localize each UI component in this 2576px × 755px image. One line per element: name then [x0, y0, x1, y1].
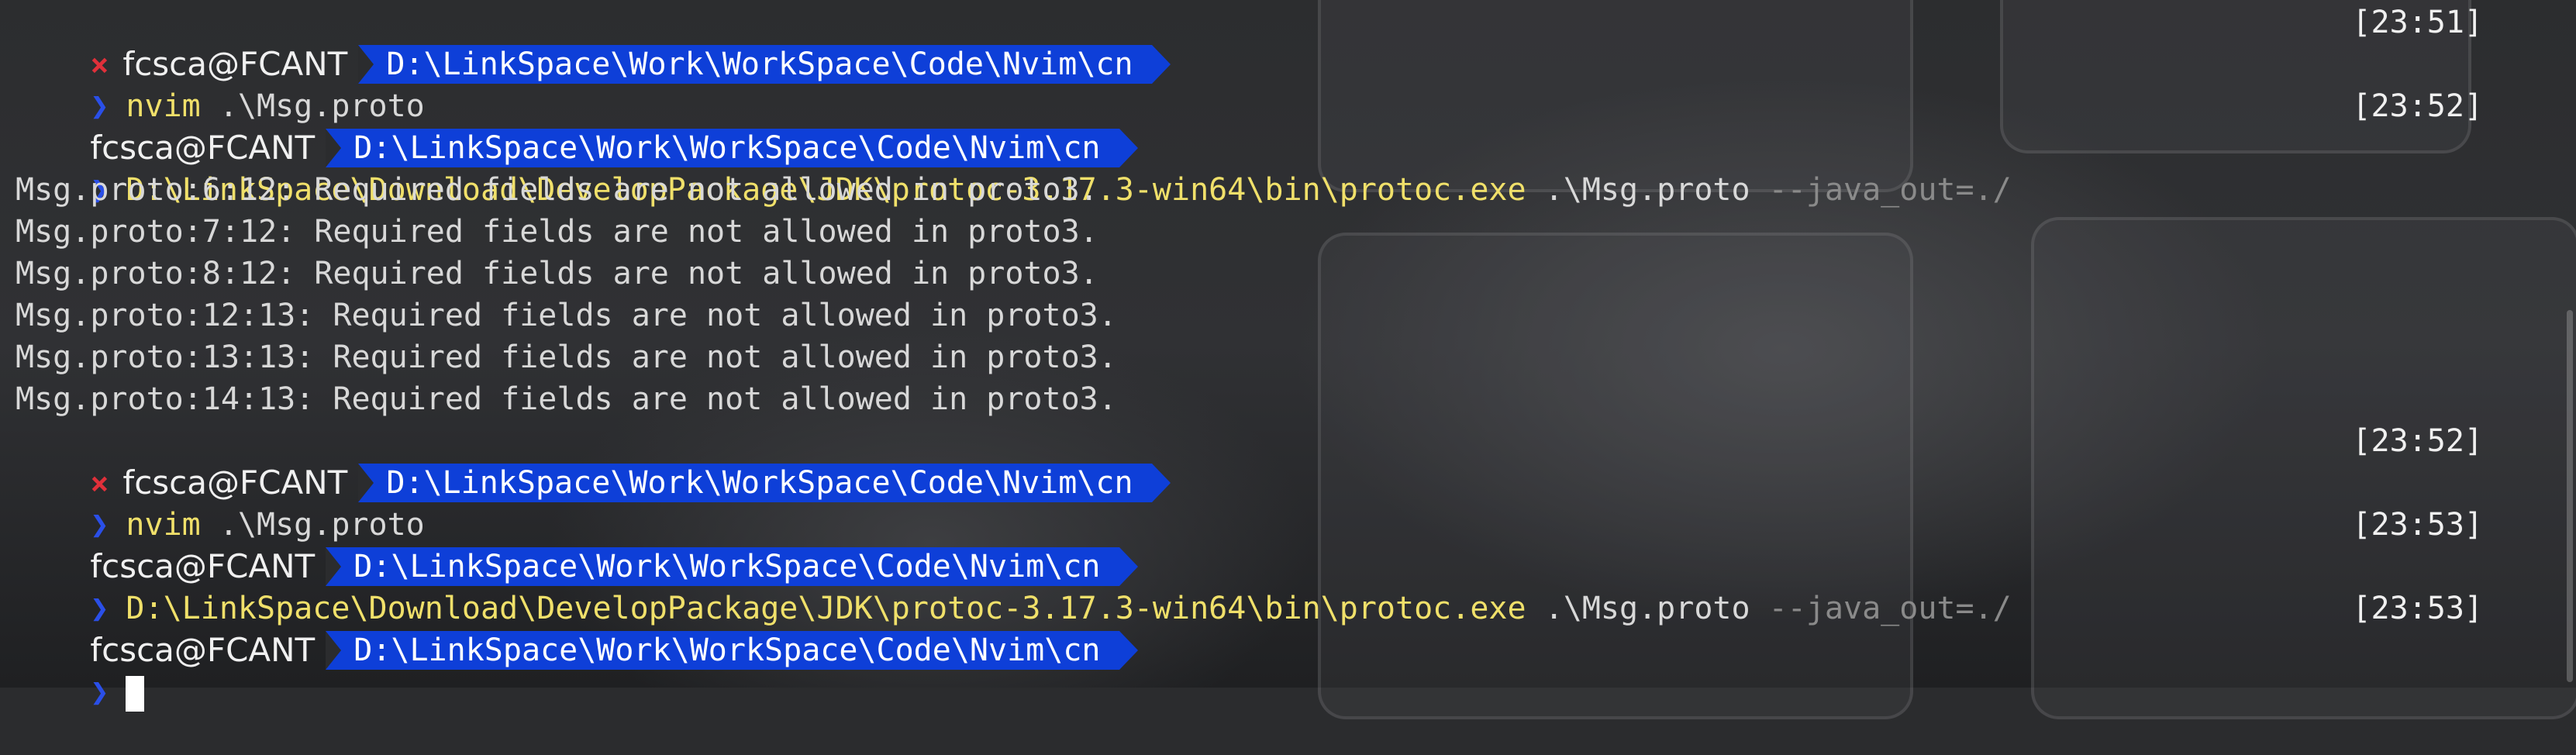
- command-args: .\Msg.proto: [1544, 591, 1750, 626]
- scrollbar[interactable]: [2567, 310, 2573, 682]
- text-cursor[interactable]: [126, 676, 145, 712]
- prompt-line: fcsca@FCANT D:\LinkSpace\Work\WorkSpace\C…: [16, 504, 1138, 586]
- output-line: Msg.proto:6:12: Required fields are not …: [16, 172, 1098, 208]
- command-line: ❯ D:\LinkSpace\Download\DevelopPackage\JD…: [16, 127, 2011, 208]
- prompt-line: × fcsca@FCANT D:\LinkSpace\Work\WorkSpace\…: [16, 2, 1171, 84]
- command-line: ❯ nvim .\Msg.proto: [16, 462, 424, 543]
- command-line: ❯ D:\LinkSpace\Download\DevelopPackage\JD…: [16, 546, 2011, 626]
- prompt-path: D:\LinkSpace\Work\WorkSpace\Code\Nvim\cn: [326, 631, 1138, 670]
- command-flag: --java_out=./: [1768, 591, 2012, 626]
- prompt-time: [23:53]: [2352, 591, 2483, 626]
- input-line[interactable]: ❯: [16, 629, 145, 712]
- output-line: Msg.proto:12:13: Required fields are not…: [16, 298, 1117, 333]
- command-line: ❯ nvim .\Msg.proto: [16, 43, 424, 124]
- output-line: Msg.proto:14:13: Required fields are not…: [16, 381, 1117, 417]
- prompt-line: fcsca@FCANT D:\LinkSpace\Work\WorkSpace\C…: [16, 85, 1138, 167]
- prompt-chevron-icon: ❯: [90, 674, 109, 710]
- prompt-path: D:\LinkSpace\Work\WorkSpace\Code\Nvim\cn: [358, 45, 1171, 84]
- prompt-time: [23:52]: [2352, 423, 2483, 459]
- prompt-time: [23:52]: [2352, 88, 2483, 124]
- output-line: Msg.proto:7:12: Required fields are not …: [16, 214, 1098, 250]
- command-flag: --java_out=./: [1768, 172, 2012, 208]
- prompt-time: [23:51]: [2352, 5, 2483, 40]
- command-args: .\Msg.proto: [1544, 172, 1750, 208]
- terminal-window[interactable]: × fcsca@FCANT D:\LinkSpace\Work\WorkSpace\…: [0, 0, 2576, 712]
- prompt-line: fcsca@FCANT D:\LinkSpace\Work\WorkSpace\C…: [16, 588, 1138, 670]
- prompt-time: [23:53]: [2352, 507, 2483, 543]
- prompt-line: × fcsca@FCANT D:\LinkSpace\Work\WorkSpace\…: [16, 420, 1171, 502]
- output-line: Msg.proto:8:12: Required fields are not …: [16, 256, 1098, 291]
- output-line: Msg.proto:13:13: Required fields are not…: [16, 340, 1117, 375]
- prompt-path: D:\LinkSpace\Work\WorkSpace\Code\Nvim\cn: [358, 464, 1171, 502]
